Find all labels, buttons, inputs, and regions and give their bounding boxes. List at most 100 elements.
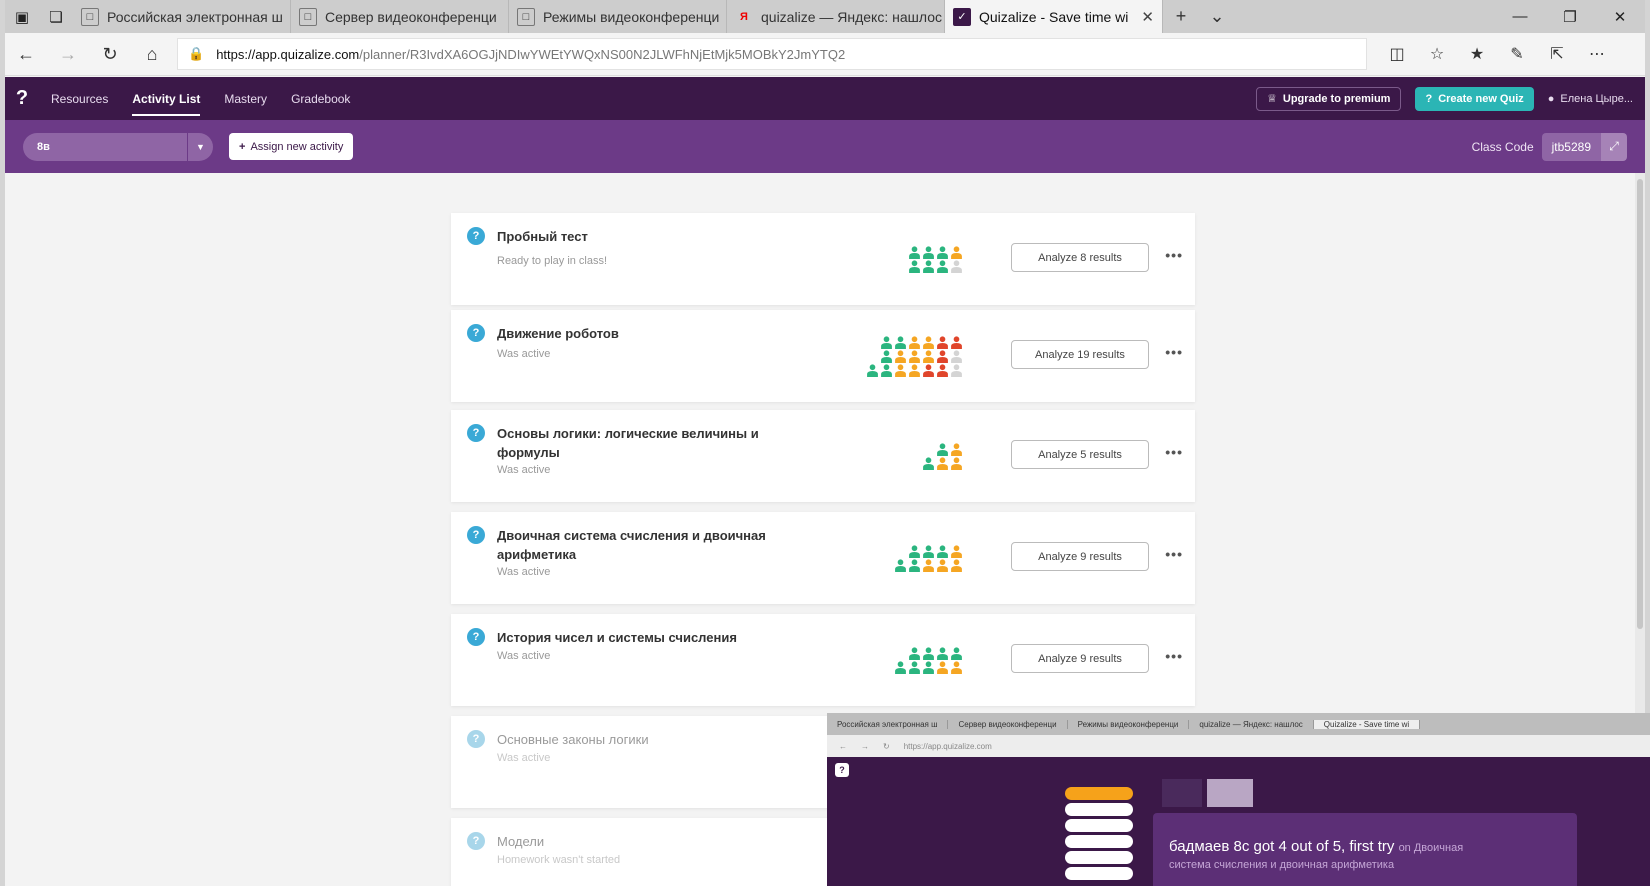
favorites-icon[interactable]: ★ (1457, 44, 1497, 64)
pen-icon[interactable]: ✎ (1497, 44, 1537, 64)
close-icon[interactable]: ✕ (1595, 0, 1645, 33)
create-quiz-button[interactable]: ? Create new Quiz (1415, 86, 1534, 111)
user-menu[interactable]: ● Елена Цыре... (1548, 93, 1633, 105)
minimize-icon[interactable]: — (1495, 0, 1545, 33)
student-result-icon (951, 442, 962, 456)
activity-card[interactable]: ? Движение роботов Was active Analyze 19… (451, 310, 1195, 402)
url-path: /planner/R3IvdXA6OGJjNDIwYWEtYWQxNS00N2J… (359, 46, 846, 62)
activity-title[interactable]: Пробный тест (497, 227, 787, 246)
nav-mastery[interactable]: Mastery (212, 77, 279, 120)
more-options-icon[interactable]: ••• (1165, 444, 1183, 460)
student-result-icon (937, 442, 948, 456)
quiz-icon: ? (467, 730, 485, 748)
plus-icon: + (239, 140, 246, 153)
browser-tab-4[interactable]: Я quizalize — Яндекс: нашлос (727, 0, 945, 33)
activity-status: Was active (497, 464, 551, 476)
student-result-icon (909, 646, 920, 660)
results-row (908, 544, 963, 558)
analyze-results-button[interactable]: Analyze 9 results (1011, 542, 1149, 571)
url-input[interactable]: 🔒 https://app.quizalize.com /planner/R3I… (177, 38, 1367, 70)
student-result-icon (909, 660, 920, 674)
overlay-tab: quizalize — Яндекс: нашлос (1189, 719, 1314, 729)
refresh-icon[interactable]: ↻ (89, 44, 131, 65)
nav-resources[interactable]: Resources (39, 77, 120, 120)
overlay-list-item (1065, 787, 1133, 800)
student-result-icon (909, 544, 920, 558)
browser-tab-5[interactable]: ✓ Quizalize - Save time wi ✕ (945, 0, 1163, 33)
student-result-icon (909, 335, 920, 349)
chevron-down-icon[interactable]: ⌄ (1199, 0, 1235, 33)
activity-card[interactable]: ? История чисел и системы счисления Was … (451, 614, 1195, 706)
back-icon[interactable]: ← (5, 44, 47, 65)
analyze-results-button[interactable]: Analyze 9 results (1011, 644, 1149, 673)
student-result-icon (951, 544, 962, 558)
overlay-list-item (1065, 867, 1133, 880)
overlay-message-text: бадмаев 8с got 4 out of 5, first try (1169, 838, 1395, 855)
more-options-icon[interactable]: ••• (1165, 247, 1183, 263)
browser-tab-label: Российская электронная ш (107, 8, 283, 25)
overlay-message-on: on Двоичная (1398, 842, 1464, 854)
class-select[interactable]: 8в ▼ (23, 132, 213, 161)
student-result-icon (895, 335, 906, 349)
browser-menu-icon[interactable]: ▣ (5, 0, 39, 33)
assign-activity-button[interactable]: + Assign new activity (229, 133, 354, 160)
activity-title[interactable]: Основы логики: логические величины и фор… (497, 424, 787, 462)
overlay-list-item (1065, 819, 1133, 832)
forward-icon[interactable]: → (47, 44, 89, 65)
student-result-icon (923, 544, 934, 558)
activity-title[interactable]: Движение роботов (497, 324, 787, 343)
share-icon[interactable]: ⇱ (1537, 44, 1577, 64)
class-code-value[interactable]: jtb5289 (1541, 132, 1601, 161)
activity-card[interactable]: ? Основы логики: логические величины и ф… (451, 410, 1195, 502)
student-result-icon (923, 363, 934, 377)
more-options-icon[interactable]: ••• (1165, 344, 1183, 360)
overlay-message-activity: система счисления и двоичная арифметика (1169, 859, 1395, 871)
refresh-icon: ↻ (883, 741, 890, 751)
analyze-results-button[interactable]: Analyze 5 results (1011, 440, 1149, 469)
upgrade-label: Upgrade to premium (1282, 92, 1391, 105)
quiz-icon: ? (467, 526, 485, 544)
student-result-icon (909, 363, 920, 377)
analyze-results-button[interactable]: Analyze 8 results (1011, 243, 1149, 272)
quiz-icon: ? (467, 832, 485, 850)
student-result-icon (937, 259, 948, 273)
restore-icon[interactable]: ❐ (1545, 0, 1595, 33)
student-result-icon (881, 363, 892, 377)
activity-title[interactable]: Модели (497, 832, 787, 851)
home-icon[interactable]: ⌂ (131, 44, 173, 65)
more-options-icon[interactable]: ••• (1165, 546, 1183, 562)
activity-title[interactable]: Двоичная система счисления и двоичная ар… (497, 526, 787, 564)
overlay-tab-strip: Российская электронная ш Сервер видеокон… (827, 713, 1650, 735)
student-result-icon (951, 363, 962, 377)
browser-tab-1[interactable]: □ Российская электронная ш (73, 0, 291, 33)
browser-tab-3[interactable]: □ Режимы видеоконференци (509, 0, 727, 33)
new-tab-button[interactable]: + (1163, 0, 1199, 33)
overlay-screenshot: Российская электронная ш Сервер видеокон… (827, 713, 1650, 886)
results-row (936, 442, 963, 456)
overlay-tab: Сервер видеоконференци (948, 719, 1068, 729)
overlay-notification-panel: бадмаев 8с got 4 out of 5, first try on … (1153, 813, 1577, 886)
more-icon[interactable]: ⋯ (1577, 44, 1617, 64)
star-icon[interactable]: ☆ (1417, 44, 1457, 64)
upgrade-premium-button[interactable]: ♕ Upgrade to premium (1256, 86, 1402, 111)
quizalize-logo-icon[interactable]: ? (5, 87, 39, 110)
overlay-list-item (1065, 835, 1133, 848)
browser-tab-2[interactable]: □ Сервер видеоконференци (291, 0, 509, 33)
nav-gradebook[interactable]: Gradebook (279, 77, 362, 120)
reading-view-icon[interactable]: ◫ (1377, 44, 1417, 64)
nav-activity-list[interactable]: Activity List (120, 77, 212, 120)
activity-card[interactable]: ? Двоичная система счисления и двоичная … (451, 512, 1195, 604)
analyze-results-button[interactable]: Analyze 19 results (1011, 340, 1149, 369)
expand-icon[interactable]: ⤢ (1601, 132, 1627, 161)
activity-title[interactable]: Основные законы логики (497, 730, 787, 749)
student-result-icon (951, 349, 962, 363)
tab-actions-icon[interactable]: ❏ (39, 0, 73, 33)
activity-title[interactable]: История чисел и системы счисления (497, 628, 787, 647)
close-icon[interactable]: ✕ (1141, 8, 1154, 26)
scrollbar-thumb[interactable] (1637, 179, 1643, 629)
activity-card[interactable]: ? Пробный тест Ready to play in class! A… (451, 213, 1195, 305)
results-icons (922, 410, 963, 502)
more-options-icon[interactable]: ••• (1165, 648, 1183, 664)
student-result-icon (895, 660, 906, 674)
student-result-icon (867, 363, 878, 377)
